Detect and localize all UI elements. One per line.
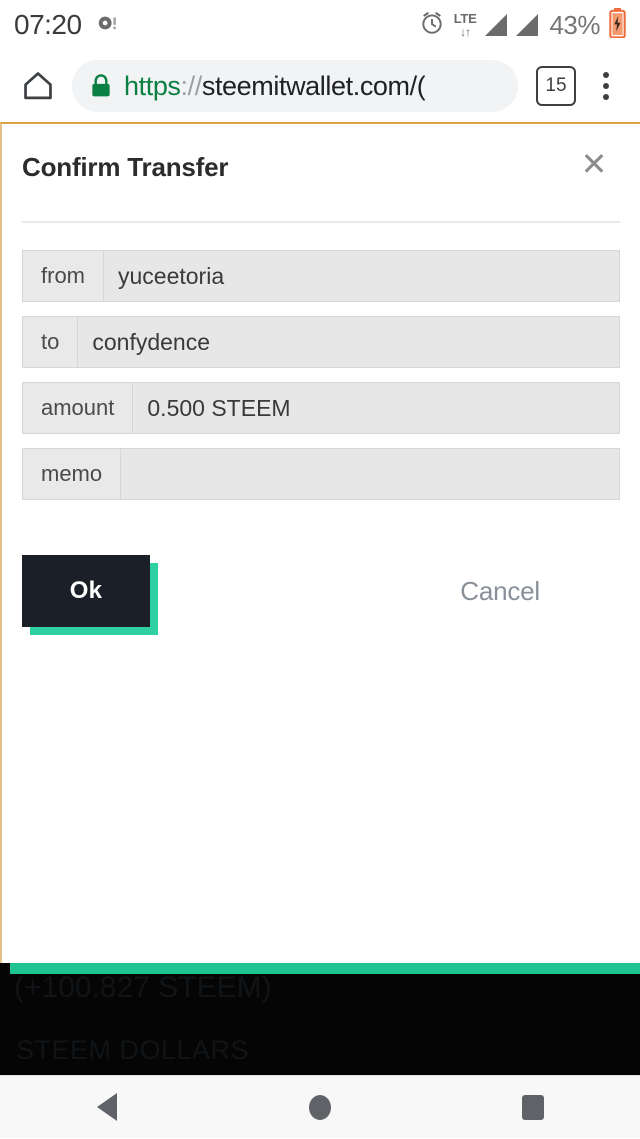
lock-icon bbox=[90, 74, 112, 98]
home-icon[interactable] bbox=[12, 60, 64, 112]
battery-percent-label: 43% bbox=[549, 9, 600, 40]
ok-button-wrapper: Ok bbox=[22, 555, 158, 635]
home-circle-icon[interactable] bbox=[270, 1076, 370, 1139]
field-value-memo[interactable] bbox=[120, 448, 620, 500]
status-bar: 07:20 LTE ↓↑ 43% bbox=[0, 0, 640, 50]
lte-indicator-icon: LTE ↓↑ bbox=[454, 12, 477, 38]
cancel-button[interactable]: Cancel bbox=[460, 576, 540, 607]
close-icon[interactable]: ✕ bbox=[574, 144, 614, 184]
ok-button[interactable]: Ok bbox=[22, 555, 150, 627]
url-scheme: https bbox=[124, 70, 181, 101]
recents-square-icon[interactable] bbox=[483, 1076, 583, 1139]
background-steem-dollars-label: STEEM DOLLARS bbox=[16, 1035, 250, 1065]
field-value-from[interactable]: yuceetoria bbox=[103, 250, 620, 302]
field-row-to: to confydence bbox=[22, 316, 620, 368]
field-row-amount: amount 0.500 STEEM bbox=[22, 382, 620, 434]
browser-toolbar: https://steemitwallet.com/( 15 bbox=[0, 50, 640, 122]
field-label-amount: amount bbox=[22, 382, 133, 434]
field-label-to: to bbox=[22, 316, 78, 368]
dialog-header: Confirm Transfer ✕ bbox=[22, 146, 620, 184]
field-value-amount[interactable]: 0.500 STEEM bbox=[132, 382, 620, 434]
signal-bars-icon bbox=[485, 14, 508, 36]
android-nav-bar bbox=[0, 1075, 640, 1138]
confirm-transfer-dialog: Confirm Transfer ✕ from yuceetoria to co… bbox=[2, 124, 640, 635]
dialog-actions: Ok Cancel bbox=[22, 555, 620, 635]
web-page-content: Confirm Transfer ✕ from yuceetoria to co… bbox=[0, 122, 640, 963]
battery-charging-icon bbox=[609, 8, 626, 42]
status-bar-left: 07:20 bbox=[14, 9, 118, 41]
field-label-memo: memo bbox=[22, 448, 121, 500]
field-row-memo: memo bbox=[22, 448, 620, 500]
status-bar-right: LTE ↓↑ 43% bbox=[419, 8, 626, 42]
signal-bars-icon-2 bbox=[516, 14, 539, 36]
more-vertical-icon[interactable] bbox=[584, 60, 628, 112]
alarm-clock-icon bbox=[419, 10, 445, 40]
status-time: 07:20 bbox=[14, 9, 82, 40]
page-title: Confirm Transfer bbox=[22, 152, 229, 182]
field-label-from: from bbox=[22, 250, 103, 302]
tab-switcher-button[interactable]: 15 bbox=[536, 66, 576, 106]
lte-arrows: ↓↑ bbox=[460, 25, 471, 39]
back-triangle-icon[interactable] bbox=[57, 1076, 157, 1139]
url-separator: :// bbox=[180, 70, 203, 101]
camera-notification-icon bbox=[96, 12, 118, 38]
dimmed-background-page: (+100.827 STEEM) STEEM DOLLARS bbox=[0, 963, 640, 1075]
background-steem-delta: (+100.827 STEEM) bbox=[14, 971, 272, 1004]
url-host: steemitwallet.com/( bbox=[201, 70, 426, 101]
lte-label: LTE bbox=[453, 11, 477, 26]
field-row-from: from yuceetoria bbox=[22, 250, 620, 302]
header-divider bbox=[22, 221, 620, 223]
field-value-to[interactable]: confydence bbox=[77, 316, 620, 368]
transfer-form: from yuceetoria to confydence amount 0.5… bbox=[22, 250, 620, 500]
url-bar[interactable]: https://steemitwallet.com/( bbox=[72, 60, 518, 112]
phone-screen: 07:20 LTE ↓↑ 43% https://steemitwallet.c… bbox=[0, 0, 640, 1138]
url-text: https://steemitwallet.com/( bbox=[124, 71, 425, 102]
